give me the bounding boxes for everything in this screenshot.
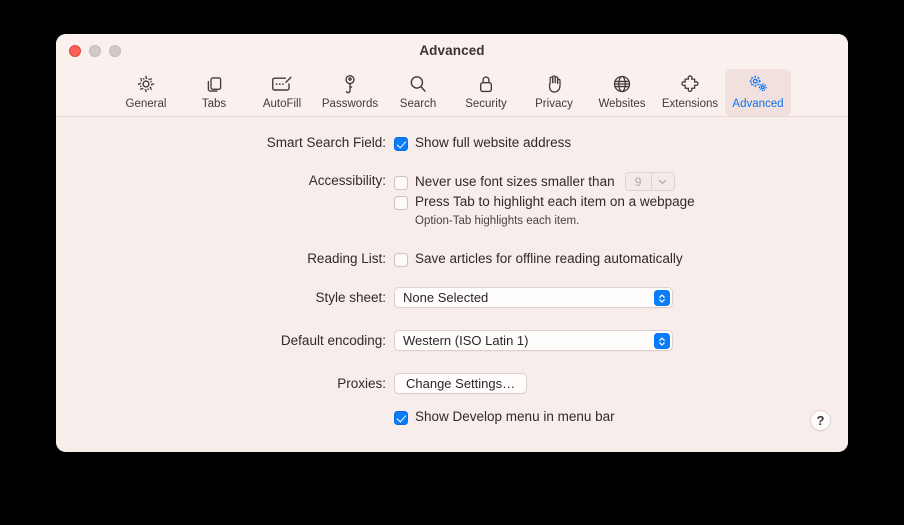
row-smart-search-field: Smart Search Field: Show full website ad… [56, 134, 571, 152]
accessibility-hint-text: Option-Tab highlights each item. [415, 215, 580, 227]
save-articles-offline-checkbox[interactable] [394, 252, 408, 267]
tab-label: Privacy [535, 98, 573, 110]
proxies-label: Proxies: [337, 376, 386, 391]
titlebar: Advanced [56, 34, 848, 68]
show-develop-menu-label: Show Develop menu in menu bar [415, 409, 615, 424]
tab-label: Search [399, 98, 437, 110]
tab-privacy[interactable]: Privacy [521, 69, 587, 116]
preferences-toolbar: General Tabs AutoFill Passwords Search S… [56, 68, 848, 117]
up-down-chevron-icon [654, 333, 670, 349]
style-sheet-label: Style sheet: [315, 290, 386, 305]
tabs-icon [204, 72, 225, 96]
gear-icon [135, 72, 157, 96]
show-full-website-address-checkbox[interactable] [394, 136, 408, 151]
tab-label: AutoFill [262, 98, 302, 110]
default-encoding-popup-button[interactable]: Western (ISO Latin 1) [394, 330, 673, 351]
key-icon [340, 72, 360, 96]
tab-autofill[interactable]: AutoFill [249, 69, 315, 116]
row-accessibility-font-size: Accessibility: Never use font sizes smal… [56, 172, 675, 191]
tab-label: Security [465, 98, 507, 110]
puzzle-icon [679, 72, 702, 96]
change-settings-button[interactable]: Change Settings… [394, 373, 528, 394]
tab-label: General [125, 98, 167, 110]
tab-passwords[interactable]: Passwords [317, 69, 383, 116]
tab-extensions[interactable]: Extensions [657, 69, 723, 116]
row-proxies: Proxies: Change Settings… [56, 373, 528, 394]
save-articles-offline-label: Save articles for offline reading automa… [415, 251, 683, 266]
autofill-icon [270, 72, 294, 96]
window-title: Advanced [419, 43, 485, 58]
tab-label: Extensions [661, 98, 719, 110]
smart-search-field-label: Smart Search Field: [266, 135, 386, 150]
show-full-website-address-label: Show full website address [415, 135, 572, 150]
accessibility-label: Accessibility: [308, 173, 386, 188]
tab-security[interactable]: Security [453, 69, 519, 116]
press-tab-highlight-checkbox[interactable] [394, 195, 408, 210]
lock-icon [476, 72, 496, 96]
help-button[interactable]: ? [810, 410, 831, 431]
row-reading-list: Reading List: Save articles for offline … [56, 250, 683, 268]
default-encoding-label: Default encoding: [280, 333, 386, 348]
up-down-chevron-icon [654, 290, 670, 306]
style-sheet-popup-button[interactable]: None Selected [394, 287, 673, 308]
hand-icon [544, 72, 565, 96]
press-tab-highlight-label: Press Tab to highlight each item on a we… [415, 194, 695, 209]
row-style-sheet: Style sheet: None Selected [56, 287, 673, 308]
search-icon [407, 72, 429, 96]
style-sheet-value: None Selected [403, 290, 489, 305]
row-accessibility-hint: Option-Tab highlights each item. [56, 215, 579, 227]
never-use-font-sizes-label: Never use font sizes smaller than [415, 174, 615, 189]
tab-search[interactable]: Search [385, 69, 451, 116]
tab-advanced[interactable]: Advanced [725, 69, 791, 116]
tab-general[interactable]: General [113, 69, 179, 116]
minimum-font-size-value: 9 [634, 174, 642, 189]
default-encoding-value: Western (ISO Latin 1) [403, 333, 529, 348]
tab-label: Advanced [732, 98, 784, 110]
tab-tabs[interactable]: Tabs [181, 69, 247, 116]
row-develop-menu: Show Develop menu in menu bar [56, 408, 615, 425]
minimum-font-size-stepper[interactable]: 9 [624, 172, 675, 191]
preferences-content: Smart Search Field: Show full website ad… [56, 117, 848, 451]
preferences-window: Advanced General Tabs AutoFill Passwords… [56, 34, 848, 452]
show-develop-menu-checkbox[interactable] [394, 410, 408, 425]
row-accessibility-press-tab: Press Tab to highlight each item on a we… [56, 193, 695, 210]
tab-label: Tabs [201, 98, 227, 110]
tab-label: Websites [598, 98, 646, 110]
never-use-font-sizes-checkbox[interactable] [394, 175, 408, 190]
reading-list-label: Reading List: [307, 251, 386, 266]
tab-websites[interactable]: Websites [589, 69, 655, 116]
chevron-down-icon [652, 179, 674, 185]
tab-label: Passwords [321, 98, 379, 110]
row-default-encoding: Default encoding: Western (ISO Latin 1) [56, 330, 673, 351]
gears-icon [746, 72, 770, 96]
globe-icon [611, 72, 633, 96]
